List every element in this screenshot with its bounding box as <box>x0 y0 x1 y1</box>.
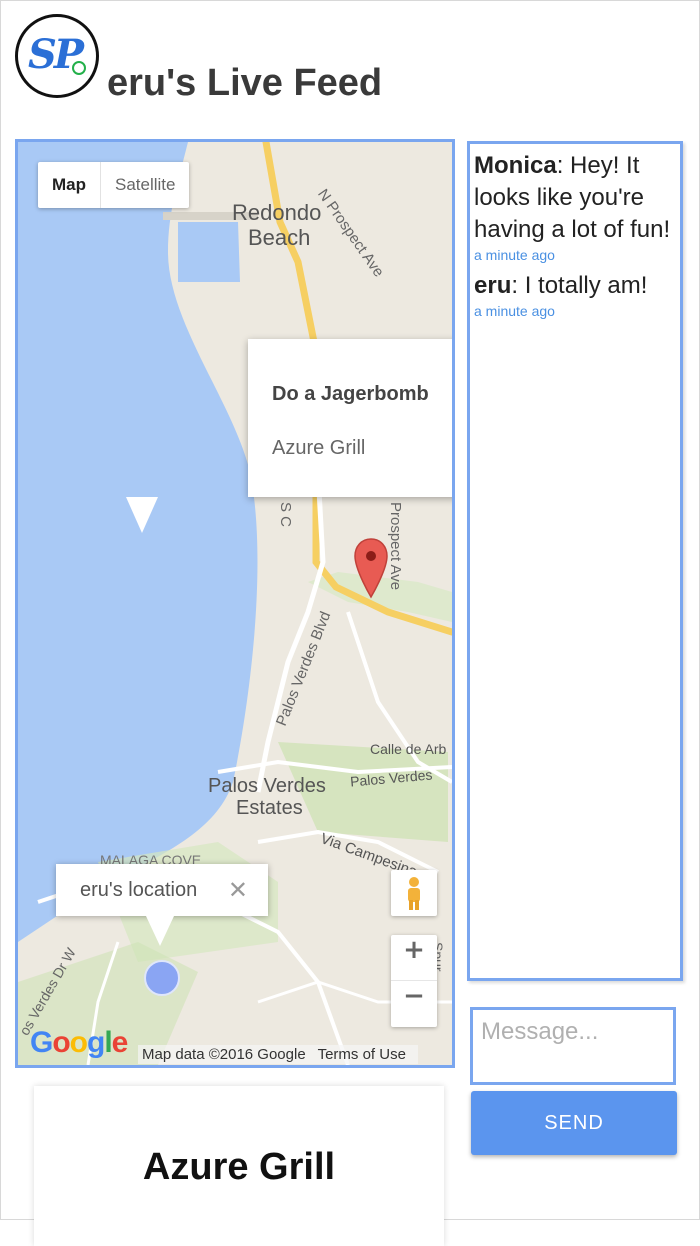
info-window-tail <box>126 497 158 533</box>
place-card: Azure Grill <box>34 1086 444 1246</box>
map-marker-icon[interactable] <box>353 537 389 599</box>
map-label-s-c: S C <box>277 502 294 528</box>
info-window: Do a Jagerbomb Azure Grill <box>248 339 452 497</box>
message-user: eru <box>474 272 512 299</box>
message-time: a minute ago <box>474 303 555 319</box>
map[interactable]: Redondo Beach N Prospect Ave Prospect Av… <box>15 139 455 1068</box>
map-label-pv-estates-1: Palos Verdes <box>208 775 326 797</box>
map-background <box>18 142 452 1065</box>
location-dot <box>144 960 180 996</box>
map-label-redondo: Redondo <box>232 200 322 225</box>
map-label-calle: Calle de Arb <box>370 741 447 757</box>
map-data-text: Map data ©2016 Google <box>142 1046 306 1063</box>
map-label-pv-estates-2: Estates <box>236 797 303 819</box>
pegman-icon <box>408 877 420 910</box>
feed-message: Monica: Hey! It looks like you're having… <box>474 150 676 264</box>
zoom-out-button[interactable]: − <box>391 981 437 1027</box>
live-feed: Monica: Hey! It looks like you're having… <box>467 141 683 981</box>
info-window-title: Do a Jagerbomb <box>272 383 429 405</box>
map-attribution: Map data ©2016 Google Terms of Use <box>138 1045 418 1064</box>
feed-message: eru: I totally am! a minute ago <box>474 270 676 320</box>
google-logo: Google <box>30 1026 128 1059</box>
close-icon[interactable]: ✕ <box>228 876 248 905</box>
logo[interactable]: SP <box>15 14 99 98</box>
location-bubble-tail <box>146 916 174 946</box>
info-window-subtitle: Azure Grill <box>272 437 366 459</box>
zoom-control: + − <box>391 935 437 1027</box>
page-title: eru's Live Feed <box>107 62 383 104</box>
map-type-map-button[interactable]: Map <box>38 162 101 208</box>
map-label-prospect: Prospect Ave <box>387 502 404 591</box>
map-label-beach: Beach <box>248 225 311 250</box>
send-button[interactable]: SEND <box>471 1091 677 1155</box>
message-user: Monica <box>474 152 557 179</box>
message-text: : I totally am! <box>511 272 648 299</box>
location-bubble: eru's location ✕ <box>56 864 268 916</box>
location-bubble-text: eru's location <box>80 879 198 901</box>
pegman-button[interactable] <box>391 870 437 916</box>
zoom-in-button[interactable]: + <box>391 935 437 981</box>
map-type-control: Map Satellite <box>38 162 190 208</box>
pin-icon <box>72 61 86 75</box>
message-input[interactable] <box>470 1007 676 1085</box>
map-type-satellite-button[interactable]: Satellite <box>101 162 189 208</box>
message-time: a minute ago <box>474 247 555 263</box>
terms-link[interactable]: Terms of Use <box>318 1046 406 1063</box>
place-card-title: Azure Grill <box>142 1146 336 1188</box>
